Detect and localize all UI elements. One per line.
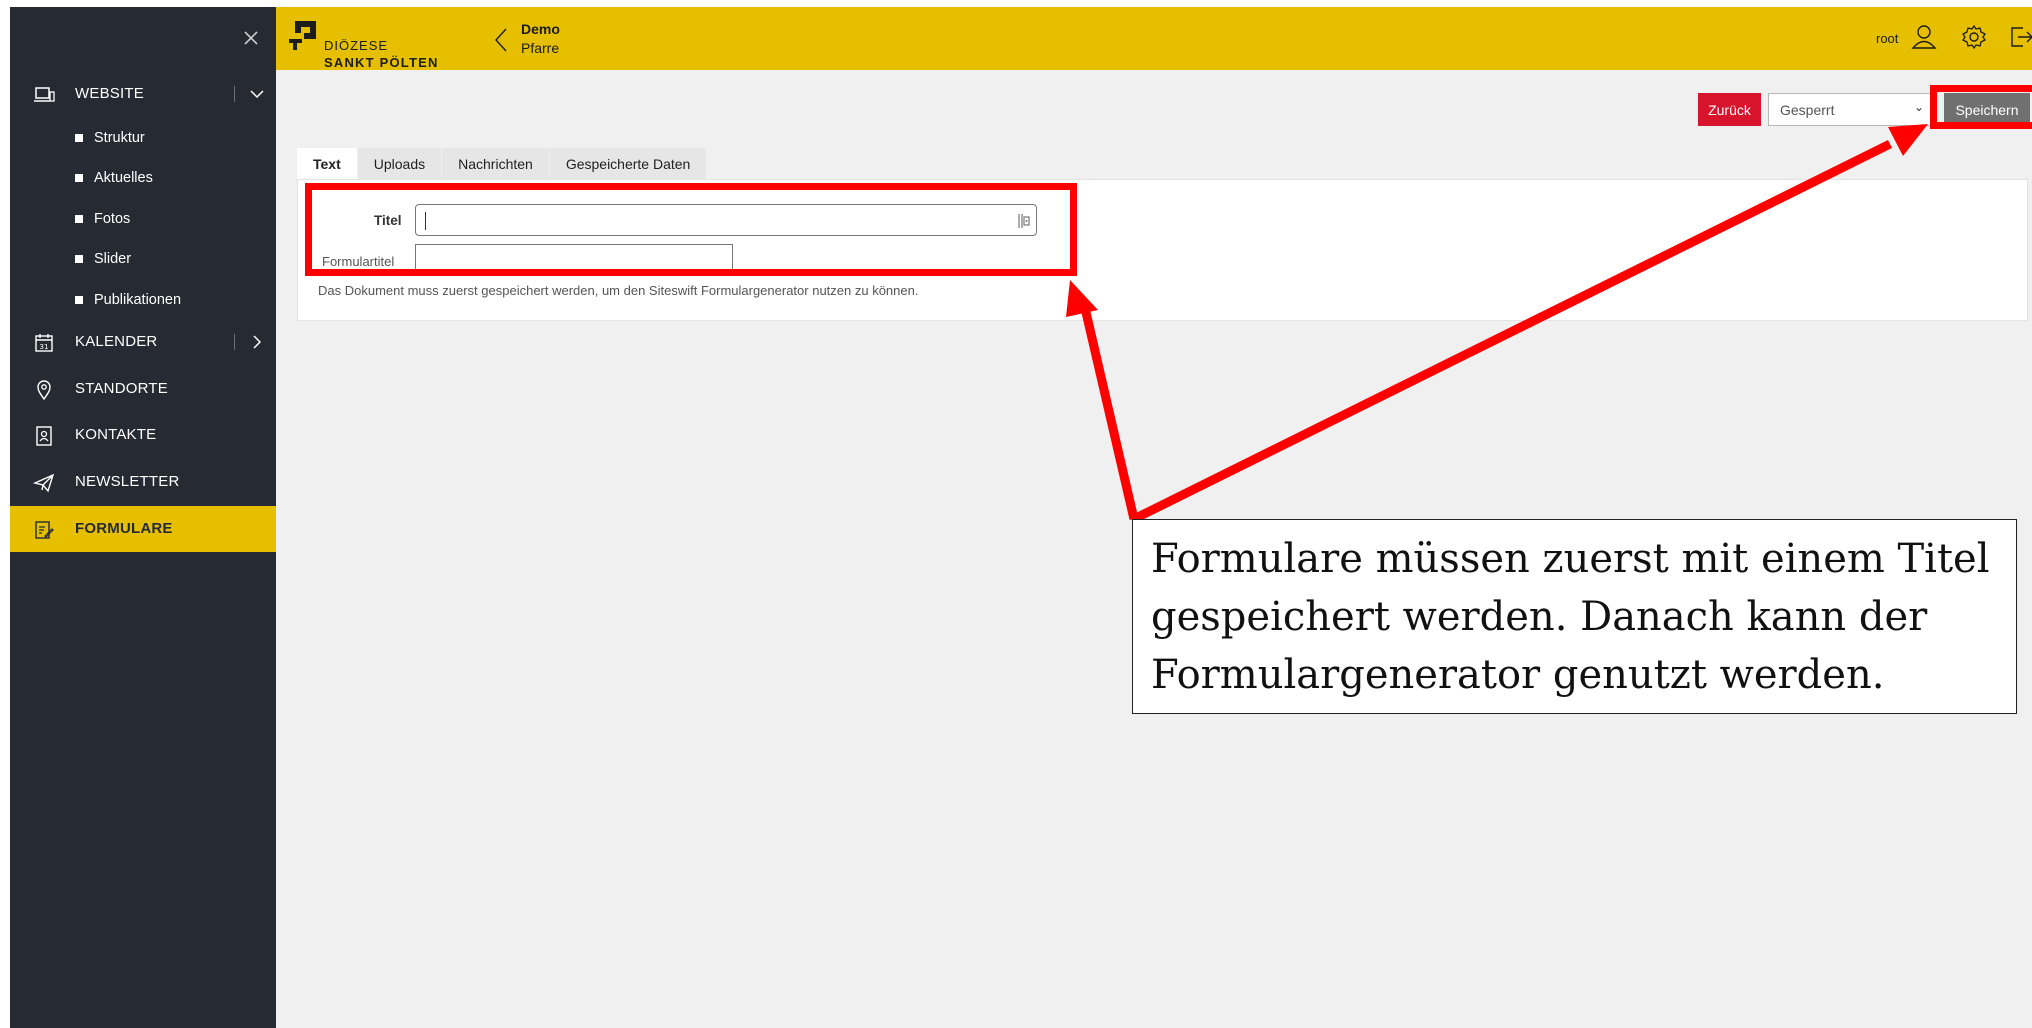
status-select[interactable]: Gesperrt ⌄ [1768, 93, 1931, 126]
back-button[interactable]: Zurück [1698, 93, 1761, 126]
highlight-box-form [305, 183, 1077, 276]
sidebar-subitem-publikationen[interactable]: Publikationen [75, 285, 181, 315]
subitem-label: Aktuelles [94, 170, 153, 186]
sidebar-item-label: KONTAKTE [75, 426, 157, 443]
sidebar-subitem-struktur[interactable]: Struktur [75, 123, 145, 153]
svg-text:31: 31 [40, 343, 49, 351]
sidebar-item-kalender[interactable]: 31 KALENDER [10, 319, 276, 365]
close-sidebar-button[interactable] [238, 25, 264, 51]
sidebar-subitem-aktuelles[interactable]: Aktuelles [75, 163, 153, 193]
bullet [75, 134, 83, 142]
annotation-callout: Formulare müssen zuerst mit einem Titel … [1132, 519, 2017, 714]
status-select-value: Gesperrt [1780, 101, 1835, 118]
form-edit-icon [32, 518, 56, 542]
chevron-down-icon[interactable] [247, 84, 267, 104]
subitem-label: Slider [94, 251, 132, 267]
sidebar-item-website[interactable]: WEBSITE [10, 71, 276, 117]
calendar-icon: 31 [32, 331, 56, 355]
bullet [75, 174, 83, 182]
subitem-label: Struktur [94, 130, 145, 146]
contact-card-icon [32, 424, 56, 448]
sidebar-item-label: KALENDER [75, 333, 158, 350]
tab-nachrichten[interactable]: Nachrichten [442, 148, 550, 179]
diocese-cross-logo-icon [289, 21, 316, 50]
highlight-box-save [1930, 85, 2032, 129]
sidebar-item-formulare[interactable]: FORMULARE [10, 506, 276, 552]
bullet [75, 255, 83, 263]
divider [234, 334, 235, 350]
subitem-label: Publikationen [94, 292, 182, 308]
logout-icon[interactable] [2007, 23, 2032, 51]
bullet [75, 215, 83, 223]
bullet [75, 296, 83, 304]
brand-line1: DIÖZESE [324, 38, 389, 53]
chevron-down-icon: ⌄ [1913, 100, 1924, 114]
sidebar-item-standorte[interactable]: STANDORTE [10, 366, 276, 412]
breadcrumb-subtitle: Pfarre [521, 40, 560, 56]
chevron-left-icon[interactable] [491, 25, 511, 55]
sidebar-subitem-fotos[interactable]: Fotos [75, 204, 130, 234]
breadcrumb-title[interactable]: Demo [521, 21, 560, 37]
location-pin-icon [32, 378, 56, 402]
sidebar-item-newsletter[interactable]: NEWSLETTER [10, 459, 276, 505]
sidebar-item-kontakte[interactable]: KONTAKTE [10, 412, 276, 458]
top-bar: DIÖZESE SANKT PÖLTEN Demo Pfarre root [276, 7, 2032, 70]
chevron-right-icon[interactable] [247, 332, 267, 352]
sidebar-item-label: WEBSITE [75, 85, 144, 102]
help-text: Das Dokument muss zuerst gespeichert wer… [318, 283, 919, 298]
sidebar-item-label: STANDORTE [75, 380, 168, 397]
sidebar-item-label: NEWSLETTER [75, 473, 180, 490]
sidebar: WEBSITE Struktur Aktuelles Fotos Slider … [10, 7, 276, 1028]
brand-logo[interactable]: DIÖZESE SANKT PÖLTEN [286, 17, 456, 70]
divider [234, 86, 235, 102]
tab-text[interactable]: Text [297, 148, 358, 179]
tab-gespeicherte-daten[interactable]: Gespeicherte Daten [549, 148, 708, 179]
close-icon [244, 31, 258, 45]
paper-plane-icon [32, 471, 56, 495]
gear-icon[interactable] [1960, 23, 1988, 51]
sidebar-item-label: FORMULARE [75, 520, 173, 537]
sidebar-subitem-slider[interactable]: Slider [75, 244, 131, 274]
brand-line2: SANKT PÖLTEN [324, 55, 439, 70]
subitem-label: Fotos [94, 211, 131, 227]
tab-uploads[interactable]: Uploads [357, 148, 443, 179]
laptop-icon [32, 83, 56, 107]
tab-bar: Text Uploads Nachrichten Gespeicherte Da… [297, 148, 708, 179]
user-icon[interactable] [1910, 23, 1938, 51]
user-name[interactable]: root [1876, 31, 1898, 46]
